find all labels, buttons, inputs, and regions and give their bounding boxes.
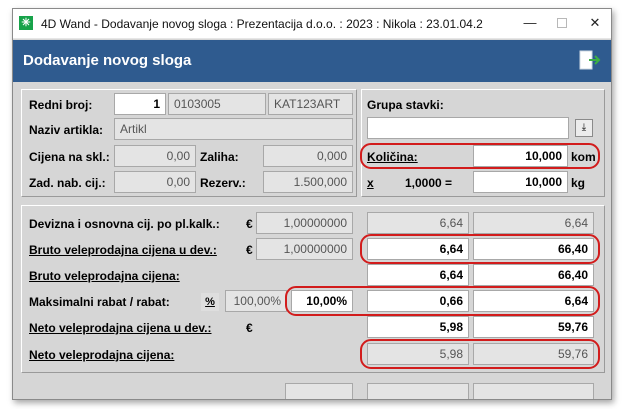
page-title: Dodavanje novog sloga bbox=[23, 52, 192, 69]
conversion-x-label: x bbox=[367, 176, 374, 190]
bottom-field-1[interactable] bbox=[285, 383, 353, 399]
kolicina-highlight bbox=[360, 143, 600, 169]
app-window: ✳ 4D Wand - Dodavanje novog sloga : Prez… bbox=[12, 8, 612, 400]
devizna-v2-field: 6,64 bbox=[473, 212, 594, 234]
neto-dev-v1-field[interactable]: 5,98 bbox=[367, 316, 469, 338]
naziv-field: Artikl bbox=[114, 118, 353, 140]
neto-dev-v2-field[interactable]: 59,76 bbox=[473, 316, 594, 338]
bruto-v2-field[interactable]: 66,40 bbox=[473, 264, 594, 286]
maximize-icon bbox=[557, 18, 567, 28]
bruto-cijena-label: Bruto veleprodajna cijena: bbox=[29, 269, 180, 283]
rabat-highlight bbox=[285, 286, 600, 316]
zad-nab-label: Zad. nab. cij.: bbox=[29, 176, 106, 190]
minimize-button[interactable]: — bbox=[522, 15, 538, 31]
conversion-factor: 1,0000 = bbox=[405, 176, 453, 190]
bottom-controls bbox=[13, 383, 611, 399]
currency-symbol: € bbox=[246, 217, 253, 231]
naziv-label: Naziv artikla: bbox=[29, 123, 104, 137]
neto-highlight bbox=[360, 339, 600, 369]
devizna-cijena-label: Devizna i osnovna cij. po pl.kalk.: bbox=[29, 217, 220, 231]
bruto-dev-label: Bruto veleprodajna cijena u dev.: bbox=[29, 243, 217, 257]
rabat-label: Maksimalni rabat / rabat: bbox=[29, 295, 170, 309]
article-catalog-field: KAT123ART bbox=[268, 93, 353, 115]
app-icon: ✳ bbox=[19, 16, 33, 30]
exit-icon[interactable] bbox=[579, 50, 601, 70]
neto-dev-label: Neto veleprodajna cijena u dev.: bbox=[29, 321, 212, 335]
window-title: 4D Wand - Dodavanje novog sloga : Prezen… bbox=[41, 17, 483, 31]
title-bar: ✳ 4D Wand - Dodavanje novog sloga : Prez… bbox=[13, 9, 611, 39]
zaliha-label: Zaliha: bbox=[200, 150, 239, 164]
devizna-v1-field: 6,64 bbox=[367, 212, 469, 234]
max-rabat-field: 100,00% bbox=[225, 290, 287, 312]
grupa-label: Grupa stavki: bbox=[367, 98, 444, 112]
cijena-skl-label: Cijena na skl.: bbox=[29, 150, 110, 164]
currency-symbol: € bbox=[246, 321, 253, 335]
article-code-field: 0103005 bbox=[168, 93, 266, 115]
zad-nab-field: 0,00 bbox=[114, 171, 196, 193]
percent-button[interactable]: % bbox=[201, 293, 219, 311]
redni-broj-field[interactable]: 1 bbox=[114, 93, 166, 115]
bottom-field-2[interactable] bbox=[367, 383, 469, 399]
rezerv-field: 1.500,000 bbox=[263, 171, 353, 193]
redni-broj-label: Redni broj: bbox=[29, 98, 93, 112]
neto-cijena-label: Neto veleprodajna cijena: bbox=[29, 348, 175, 362]
rezerv-label: Rezerv.: bbox=[200, 176, 246, 190]
devizna-rate-field: 1,00000000 bbox=[256, 212, 353, 234]
form-header: Dodavanje novog sloga bbox=[13, 40, 611, 82]
close-button[interactable]: ✕ bbox=[587, 15, 603, 31]
maximize-button[interactable] bbox=[554, 15, 570, 31]
bottom-field-3[interactable] bbox=[473, 383, 594, 399]
bruto-v1-field[interactable]: 6,64 bbox=[367, 264, 469, 286]
dropdown-arrow-icon[interactable]: ⤓ bbox=[575, 119, 593, 137]
bruto-dev-rate-field: 1,00000000 bbox=[256, 238, 353, 260]
currency-symbol: € bbox=[246, 243, 253, 257]
kolicina-kg-unit: kg bbox=[571, 176, 586, 190]
kolicina-kg-field[interactable]: 10,000 bbox=[473, 171, 568, 193]
zaliha-field: 0,000 bbox=[263, 145, 353, 167]
bruto-dev-highlight bbox=[360, 234, 600, 264]
cijena-skl-field: 0,00 bbox=[114, 145, 196, 167]
grupa-dropdown[interactable] bbox=[367, 117, 569, 139]
